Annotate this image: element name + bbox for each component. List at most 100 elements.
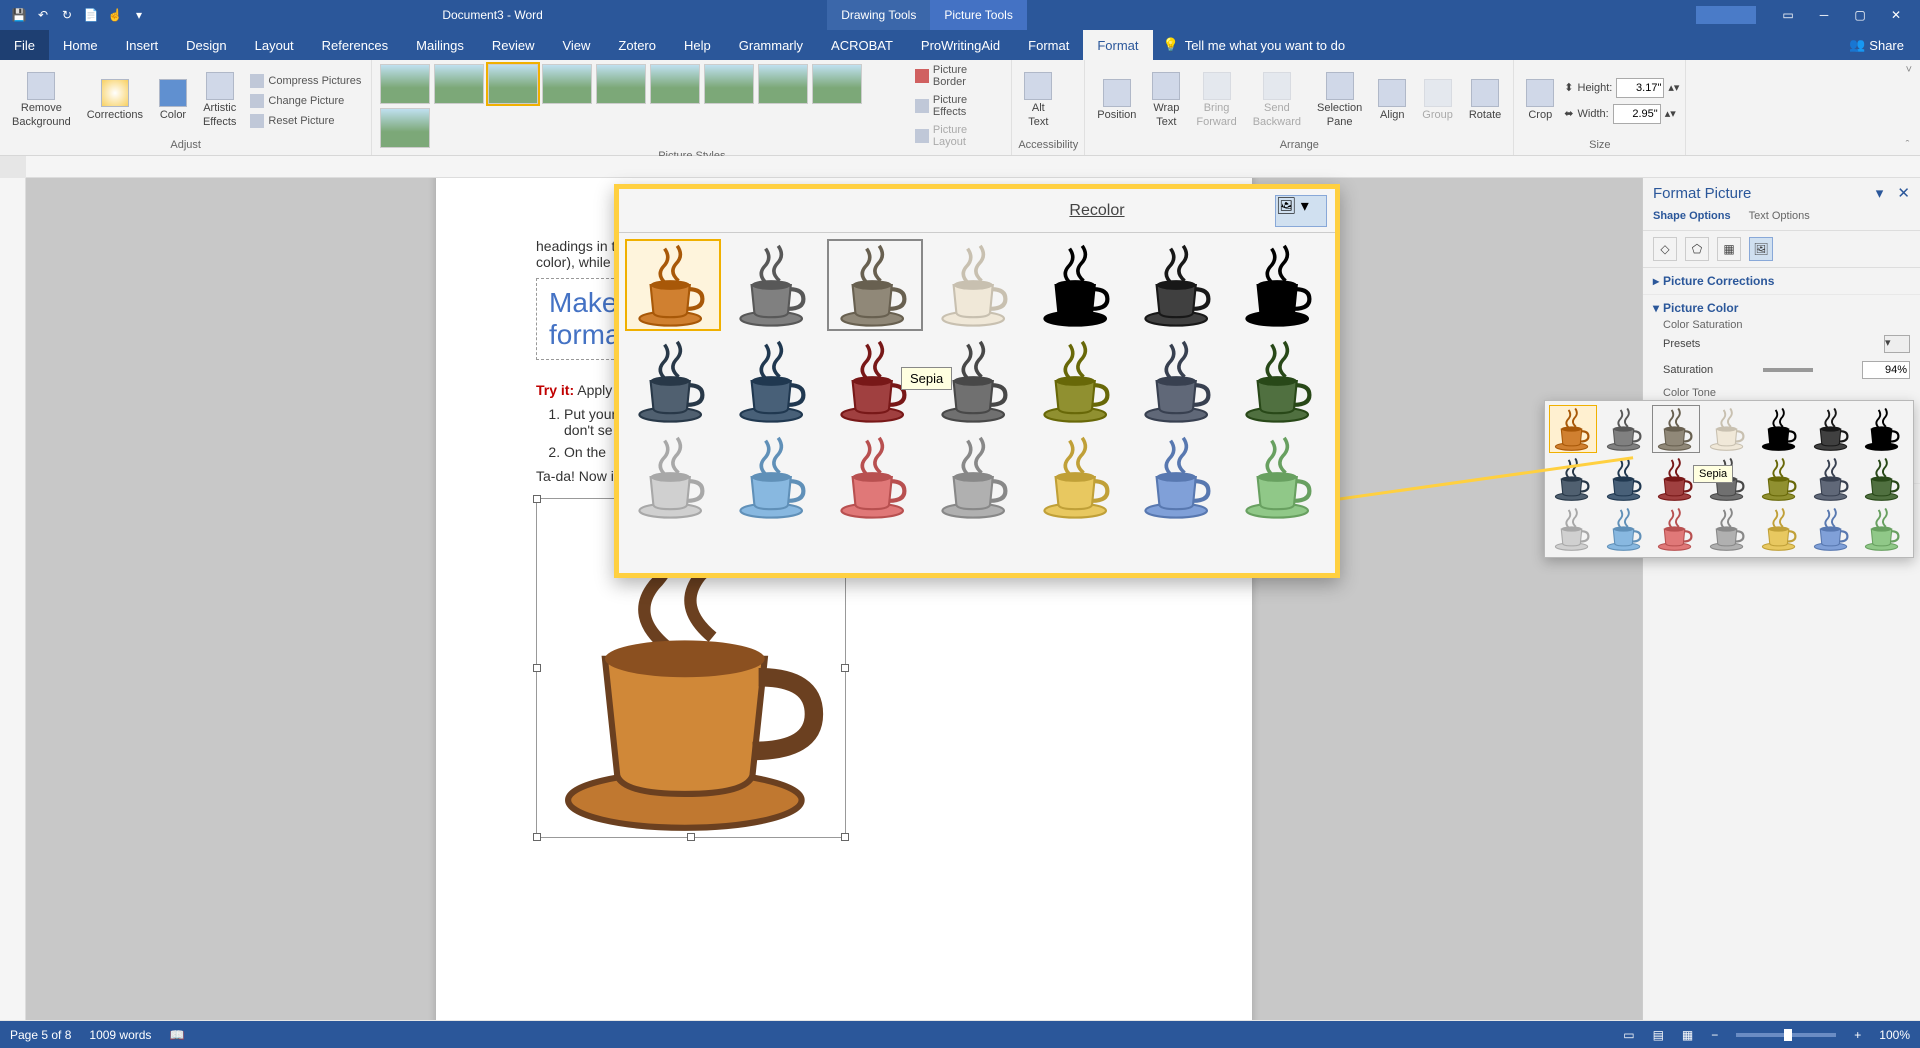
- recolor-option-small[interactable]: [1704, 405, 1752, 453]
- drawing-tools-tab[interactable]: Drawing Tools: [827, 0, 930, 30]
- recolor-option[interactable]: [928, 431, 1024, 523]
- zoom-slider[interactable]: [1736, 1033, 1836, 1037]
- recolor-option[interactable]: [827, 239, 923, 331]
- qat-more-icon[interactable]: ▾: [128, 4, 150, 26]
- maximize-icon[interactable]: ▢: [1844, 4, 1876, 26]
- print-layout-icon[interactable]: ▤: [1653, 1028, 1664, 1042]
- height-spinner[interactable]: ▴▾: [1668, 81, 1679, 94]
- picture-style-thumb[interactable]: [650, 64, 700, 104]
- shape-options-tab[interactable]: Shape Options: [1653, 210, 1731, 222]
- picture-style-thumb[interactable]: [434, 64, 484, 104]
- recolor-option-small[interactable]: [1859, 455, 1907, 503]
- picture-tools-tab[interactable]: Picture Tools: [930, 0, 1026, 30]
- change-picture-button[interactable]: Change Picture: [246, 92, 365, 110]
- width-input[interactable]: [1613, 104, 1661, 124]
- tab-acrobat[interactable]: ACROBAT: [817, 30, 907, 60]
- recolor-option-small[interactable]: [1652, 405, 1700, 453]
- alt-text-button[interactable]: Alt Text: [1018, 68, 1058, 132]
- resize-handle[interactable]: [841, 833, 849, 841]
- tab-references[interactable]: References: [308, 30, 402, 60]
- share-button[interactable]: 👥 Share: [1833, 37, 1920, 53]
- remove-background-button[interactable]: Remove Background: [6, 68, 77, 132]
- user-account[interactable]: [1696, 6, 1756, 24]
- recolor-option-small[interactable]: [1808, 405, 1856, 453]
- tab-prowritingaid[interactable]: ProWritingAid: [907, 30, 1014, 60]
- wrap-text-button[interactable]: Wrap Text: [1146, 68, 1186, 132]
- picture-border-button[interactable]: Picture Border: [911, 62, 1005, 90]
- tab-design[interactable]: Design: [172, 30, 240, 60]
- web-layout-icon[interactable]: ▦: [1682, 1028, 1693, 1042]
- picture-style-thumb[interactable]: [758, 64, 808, 104]
- position-button[interactable]: Position: [1091, 75, 1142, 126]
- recolor-option-small[interactable]: [1549, 505, 1597, 553]
- picture-style-thumb[interactable]: [542, 64, 592, 104]
- collapse-ribbon-icon[interactable]: ˅: [1906, 64, 1912, 76]
- resize-handle[interactable]: [533, 664, 541, 672]
- artistic-effects-button[interactable]: Artistic Effects: [197, 68, 242, 132]
- recolor-option[interactable]: [726, 335, 822, 427]
- recolor-option[interactable]: [1030, 335, 1126, 427]
- recolor-option-small[interactable]: [1601, 405, 1649, 453]
- recolor-option[interactable]: [1232, 239, 1328, 331]
- height-input[interactable]: [1616, 78, 1664, 98]
- word-count[interactable]: 1009 words: [89, 1028, 151, 1042]
- compress-pictures-button[interactable]: Compress Pictures: [246, 72, 365, 90]
- align-button[interactable]: Align: [1372, 75, 1412, 126]
- recolor-option[interactable]: [1232, 335, 1328, 427]
- resize-handle[interactable]: [841, 664, 849, 672]
- picture-icon[interactable]: 🖼: [1749, 237, 1773, 261]
- picture-corrections-toggle[interactable]: ▸ Picture Corrections: [1653, 274, 1910, 288]
- recolor-option[interactable]: [928, 239, 1024, 331]
- picture-color-toggle[interactable]: ▾ Picture Color: [1653, 301, 1910, 315]
- ribbon-options-icon[interactable]: ▭: [1772, 4, 1804, 26]
- picture-style-thumb[interactable]: [704, 64, 754, 104]
- minimize-icon[interactable]: ─: [1808, 4, 1840, 26]
- tab-home[interactable]: Home: [49, 30, 112, 60]
- resize-handle[interactable]: [533, 833, 541, 841]
- tab-mailings[interactable]: Mailings: [402, 30, 478, 60]
- recolor-option-small[interactable]: [1859, 405, 1907, 453]
- pane-close-icon[interactable]: ✕: [1897, 185, 1910, 202]
- picture-style-thumb[interactable]: [596, 64, 646, 104]
- recolor-popup-preset-button[interactable]: 🖼 ▾: [1275, 195, 1327, 227]
- recolor-option[interactable]: [1131, 239, 1227, 331]
- read-mode-icon[interactable]: ▭: [1623, 1028, 1634, 1042]
- tab-layout[interactable]: Layout: [241, 30, 308, 60]
- page-status[interactable]: Page 5 of 8: [10, 1028, 71, 1042]
- new-icon[interactable]: 📄: [80, 4, 102, 26]
- recolor-option-small[interactable]: [1808, 455, 1856, 503]
- crop-button[interactable]: Crop: [1520, 75, 1560, 126]
- recolor-option-small[interactable]: [1704, 505, 1752, 553]
- tab-insert[interactable]: Insert: [112, 30, 173, 60]
- color-button[interactable]: Color: [153, 75, 193, 126]
- recolor-option[interactable]: [625, 431, 721, 523]
- recolor-option-small[interactable]: [1808, 505, 1856, 553]
- recolor-option[interactable]: [1232, 431, 1328, 523]
- saturation-presets-button[interactable]: ▾: [1884, 335, 1910, 353]
- tab-view[interactable]: View: [548, 30, 604, 60]
- recolor-option-small[interactable]: [1652, 505, 1700, 553]
- recolor-option[interactable]: [726, 239, 822, 331]
- recolor-option-small[interactable]: [1601, 505, 1649, 553]
- spellcheck-icon[interactable]: 📖: [169, 1028, 184, 1042]
- picture-style-thumb[interactable]: [488, 64, 538, 104]
- recolor-option-small[interactable]: [1859, 505, 1907, 553]
- recolor-option[interactable]: [1030, 431, 1126, 523]
- tab-grammarly[interactable]: Grammarly: [725, 30, 817, 60]
- corrections-button[interactable]: Corrections: [81, 75, 149, 126]
- recolor-option[interactable]: [1030, 239, 1126, 331]
- recolor-option-small[interactable]: [1756, 505, 1804, 553]
- picture-style-thumb[interactable]: [380, 108, 430, 148]
- recolor-option-small[interactable]: [1756, 455, 1804, 503]
- undo-icon[interactable]: ↶: [32, 4, 54, 26]
- recolor-option[interactable]: [625, 335, 721, 427]
- effects-icon[interactable]: ⬠: [1685, 237, 1709, 261]
- fill-line-icon[interactable]: ◇: [1653, 237, 1677, 261]
- redo-icon[interactable]: ↻: [56, 4, 78, 26]
- zoom-out-icon[interactable]: −: [1711, 1028, 1718, 1042]
- saturation-input[interactable]: [1862, 361, 1910, 379]
- close-icon[interactable]: ✕: [1880, 4, 1912, 26]
- save-icon[interactable]: 💾: [8, 4, 30, 26]
- picture-style-thumb[interactable]: [812, 64, 862, 104]
- tab-file[interactable]: File: [0, 30, 49, 60]
